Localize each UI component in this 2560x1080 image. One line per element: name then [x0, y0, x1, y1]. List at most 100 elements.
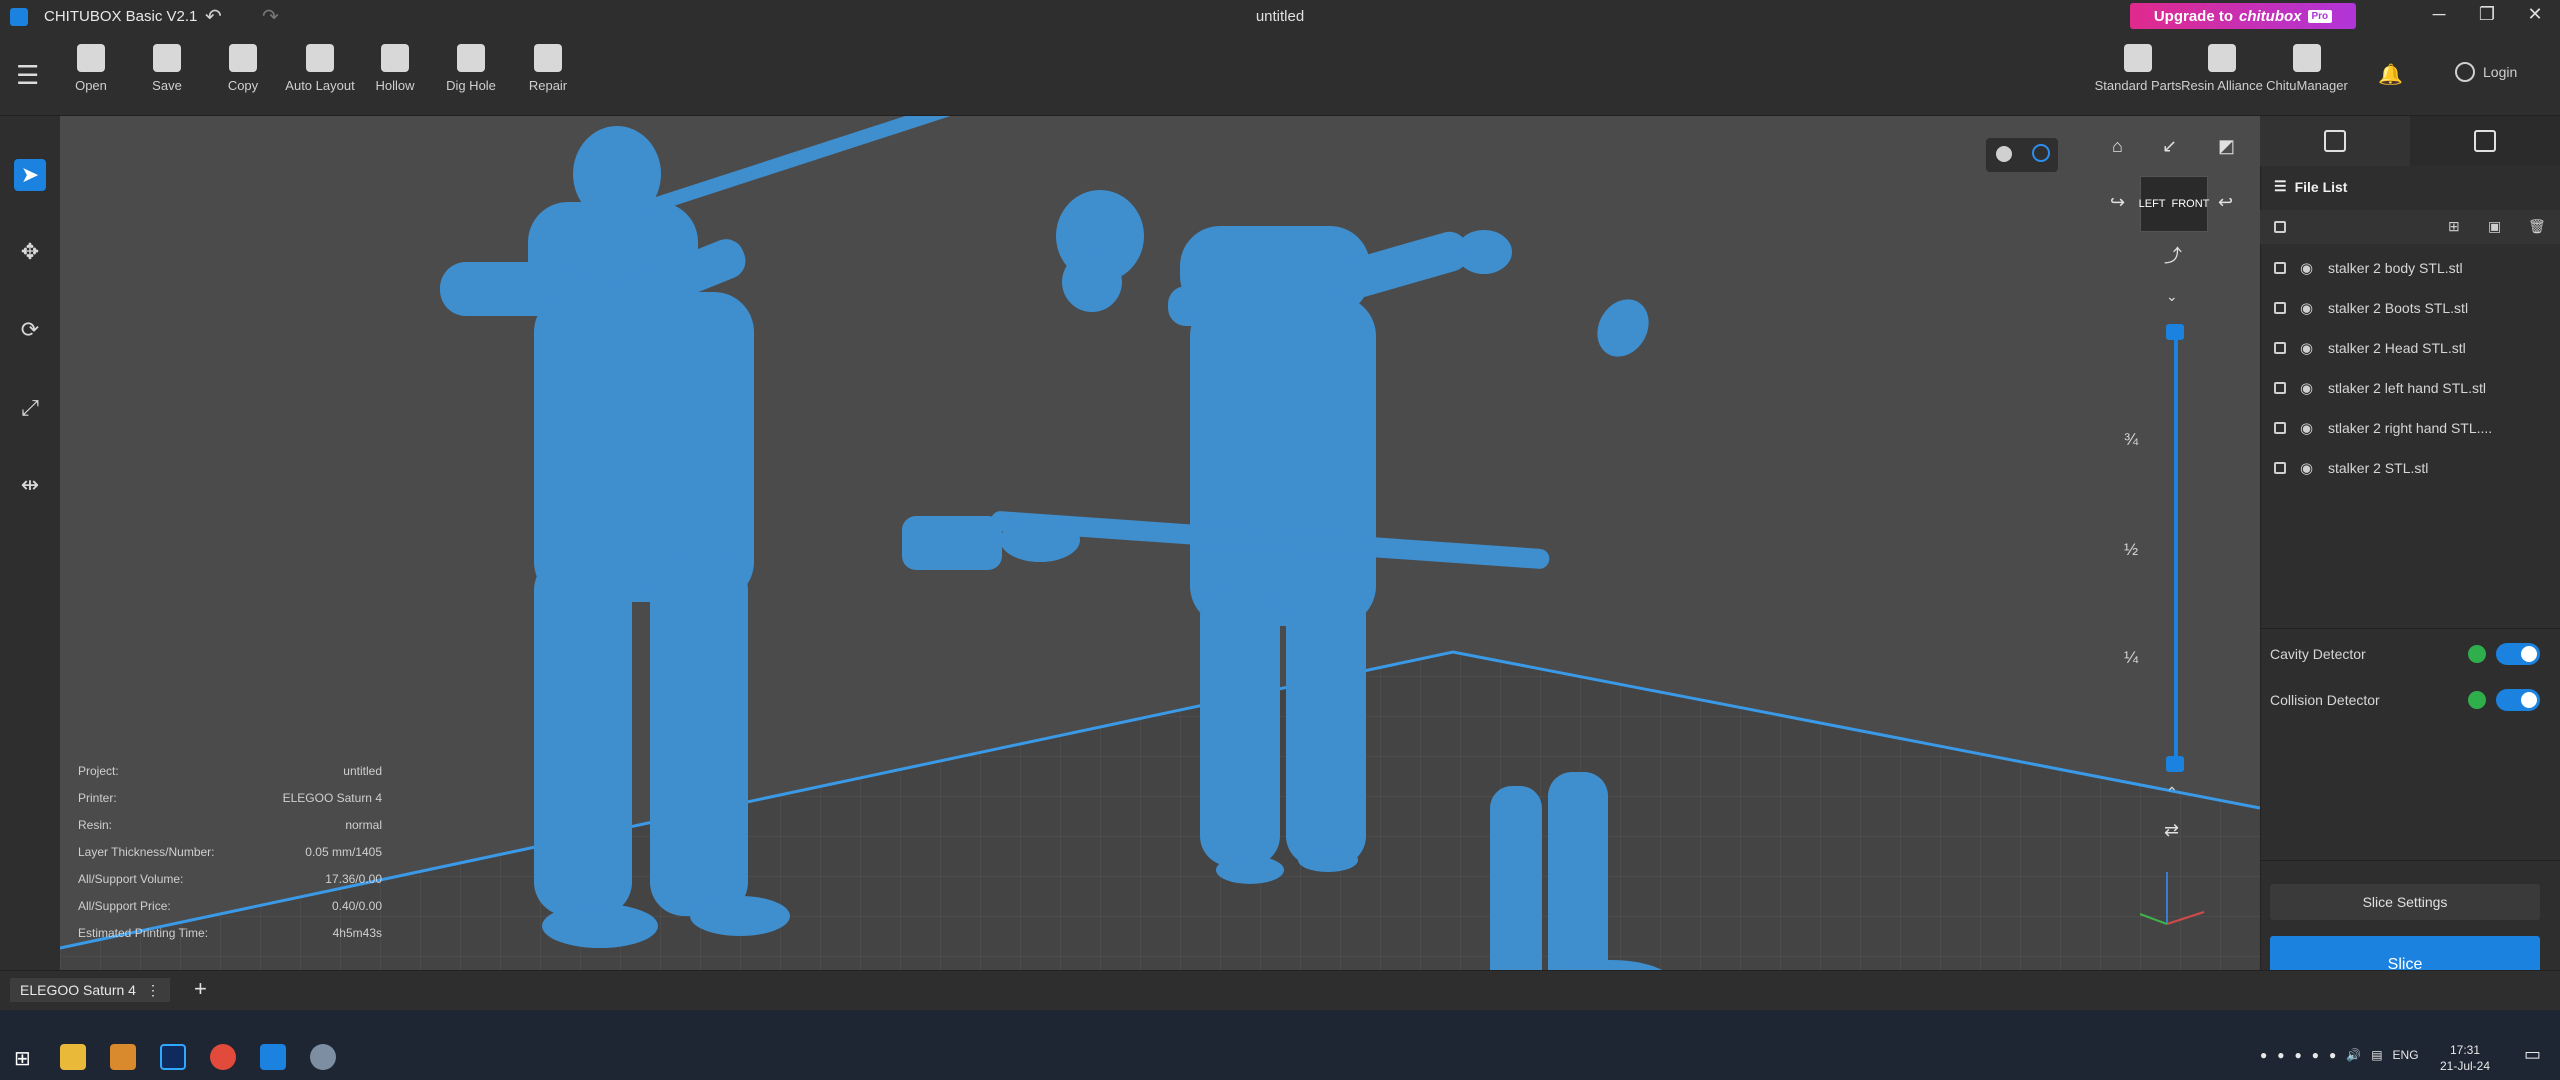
tray-app-icon[interactable]: ●	[2277, 1048, 2284, 1062]
login-label: Login	[2483, 64, 2518, 80]
file-list-header: ☰ File List	[2274, 178, 2347, 195]
language-indicator[interactable]: ENG	[2393, 1048, 2419, 1062]
file-checkbox[interactable]	[2274, 462, 2286, 474]
photoshop-icon[interactable]	[160, 1044, 186, 1070]
solid-view-icon[interactable]	[1996, 146, 2012, 162]
rotate-left-view-icon[interactable]: ↙	[2162, 136, 2177, 157]
chrome-icon[interactable]	[210, 1044, 236, 1070]
save-button[interactable]: Save	[127, 44, 207, 93]
copy-label: Copy	[227, 78, 259, 93]
cavity-detector-row: Cavity Detector	[2260, 637, 2560, 671]
scale-tool-icon[interactable]: ⤢	[14, 392, 46, 424]
isometric-view-icon[interactable]: ◩	[2218, 136, 2235, 157]
turn-right-icon[interactable]: ↩	[2218, 192, 2233, 213]
file-checkbox[interactable]	[2274, 422, 2286, 434]
file-checkbox[interactable]	[2274, 342, 2286, 354]
open-button[interactable]: Open	[51, 44, 131, 93]
cavity-detector-toggle[interactable]	[2496, 643, 2540, 665]
file-list-item[interactable]: ◉ stalker 2 body STL.stl	[2260, 248, 2560, 288]
turn-left-icon[interactable]: ↪	[2110, 192, 2125, 213]
start-menu-icon[interactable]: ⊞	[14, 1046, 31, 1071]
file-list-item[interactable]: ◉ stalker 2 Boots STL.stl	[2260, 288, 2560, 328]
undo-icon[interactable]: ↶	[205, 4, 222, 29]
wireframe-view-icon[interactable]	[2032, 144, 2050, 162]
visibility-eye-icon[interactable]: ◉	[2300, 419, 2316, 437]
chevron-up-icon[interactable]: ⌃	[2166, 784, 2178, 801]
view-cube-front-face[interactable]: FRONT	[2172, 198, 2210, 210]
select-tool-icon[interactable]: ➤	[14, 159, 46, 191]
project-tab-bar	[0, 970, 2560, 1011]
layer-mark-three-quarter: ¾	[2124, 430, 2139, 449]
tab-print-settings[interactable]	[2410, 116, 2560, 166]
home-view-icon[interactable]: ⌂	[2112, 136, 2123, 157]
tray-app-icon[interactable]: ●	[2329, 1048, 2336, 1062]
file-list-item[interactable]: ◉ stlaker 2 left hand STL.stl	[2260, 368, 2560, 408]
system-clock[interactable]: 17:31 21-Jul-24	[2440, 1042, 2490, 1074]
mirror-tool-icon[interactable]: ⇹	[14, 469, 46, 501]
layer-slider-bottom-handle[interactable]	[2166, 756, 2184, 772]
layer-slider-track[interactable]	[2174, 328, 2178, 764]
tray-app-icon[interactable]: ●	[2260, 1048, 2267, 1062]
repair-button[interactable]: Repair	[508, 44, 588, 93]
media-player-icon[interactable]	[110, 1044, 136, 1070]
visibility-eye-icon[interactable]: ◉	[2300, 459, 2316, 477]
group-icon[interactable]: ▣	[2488, 218, 2501, 235]
network-icon[interactable]: ▤	[2371, 1048, 2382, 1062]
file-checkbox[interactable]	[2274, 302, 2286, 314]
redo-icon[interactable]: ↷	[262, 4, 279, 29]
file-list-item[interactable]: ◉ stalker 2 STL.stl	[2260, 448, 2560, 488]
upgrade-button[interactable]: Upgrade to chitubox Pro	[2130, 3, 2356, 29]
3d-viewport[interactable]	[60, 116, 2260, 970]
login-button[interactable]: Login	[2455, 62, 2517, 82]
add-file-icon[interactable]: ⊞	[2448, 218, 2460, 235]
visibility-eye-icon[interactable]: ◉	[2300, 339, 2316, 357]
document-title: untitled	[1255, 8, 1305, 25]
more-options-icon[interactable]: ⋮	[146, 982, 160, 999]
file-list-item[interactable]: ◉ stlaker 2 right hand STL....	[2260, 408, 2560, 448]
view-cube-left-face[interactable]: LEFT	[2139, 198, 2166, 210]
app-logo-icon	[10, 8, 28, 26]
delete-icon[interactable]: 🗑	[2528, 218, 2546, 235]
divider	[2260, 860, 2560, 861]
chitubox-taskbar-icon[interactable]	[260, 1044, 286, 1070]
file-checkbox[interactable]	[2274, 262, 2286, 274]
copy-button[interactable]: Copy	[203, 44, 283, 93]
hamburger-menu-icon[interactable]: ☰	[16, 60, 39, 91]
app-taskbar-icon[interactable]	[310, 1044, 336, 1070]
layer-slider-top-handle[interactable]	[2166, 324, 2184, 340]
visibility-eye-icon[interactable]: ◉	[2300, 379, 2316, 397]
file-explorer-icon[interactable]	[60, 1044, 86, 1070]
file-checkbox[interactable]	[2274, 382, 2286, 394]
dig-hole-button[interactable]: Dig Hole	[431, 44, 511, 93]
notification-center-icon[interactable]: ▭	[2524, 1044, 2541, 1065]
visibility-eye-icon[interactable]: ◉	[2300, 259, 2316, 277]
turn-up-icon[interactable]: ⤴	[2164, 242, 2182, 268]
scene-canvas	[60, 116, 2260, 970]
rotate-tool-icon[interactable]: ⟳	[14, 314, 46, 346]
dig-hole-icon	[457, 44, 485, 72]
tab-file-list[interactable]	[2260, 116, 2410, 166]
tray-app-icon[interactable]: ●	[2312, 1048, 2319, 1062]
slice-settings-button[interactable]: Slice Settings	[2270, 884, 2540, 920]
minimize-icon[interactable]: ─	[2424, 4, 2454, 25]
auto-layout-button[interactable]: Auto Layout	[280, 44, 360, 93]
notification-bell-icon[interactable]: 🔔	[2378, 62, 2403, 87]
resin-alliance-button[interactable]: Resin Alliance	[2177, 44, 2267, 93]
chitumanager-button[interactable]: ChituManager	[2262, 44, 2352, 93]
restore-icon[interactable]: ❐	[2472, 4, 2502, 25]
move-tool-icon[interactable]: ✥	[14, 236, 46, 268]
collision-detector-toggle[interactable]	[2496, 689, 2540, 711]
add-tab-icon[interactable]: +	[194, 976, 207, 1002]
visibility-eye-icon[interactable]: ◉	[2300, 299, 2316, 317]
chevron-down-icon[interactable]: ⌄	[2166, 288, 2178, 305]
tray-app-icon[interactable]: ●	[2295, 1048, 2302, 1062]
close-icon[interactable]: ✕	[2520, 4, 2550, 25]
standard-parts-button[interactable]: Standard Parts	[2093, 44, 2183, 93]
select-all-checkbox[interactable]	[2274, 221, 2286, 233]
volume-icon[interactable]: 🔊	[2346, 1048, 2361, 1062]
file-list-item[interactable]: ◉ stalker 2 Head STL.stl	[2260, 328, 2560, 368]
view-cube[interactable]: LEFT FRONT	[2139, 176, 2210, 232]
printer-tab[interactable]: ELEGOO Saturn 4 ⋮	[10, 978, 170, 1002]
layer-adjust-icon[interactable]: ⇄	[2164, 820, 2179, 841]
hollow-button[interactable]: Hollow	[355, 44, 435, 93]
